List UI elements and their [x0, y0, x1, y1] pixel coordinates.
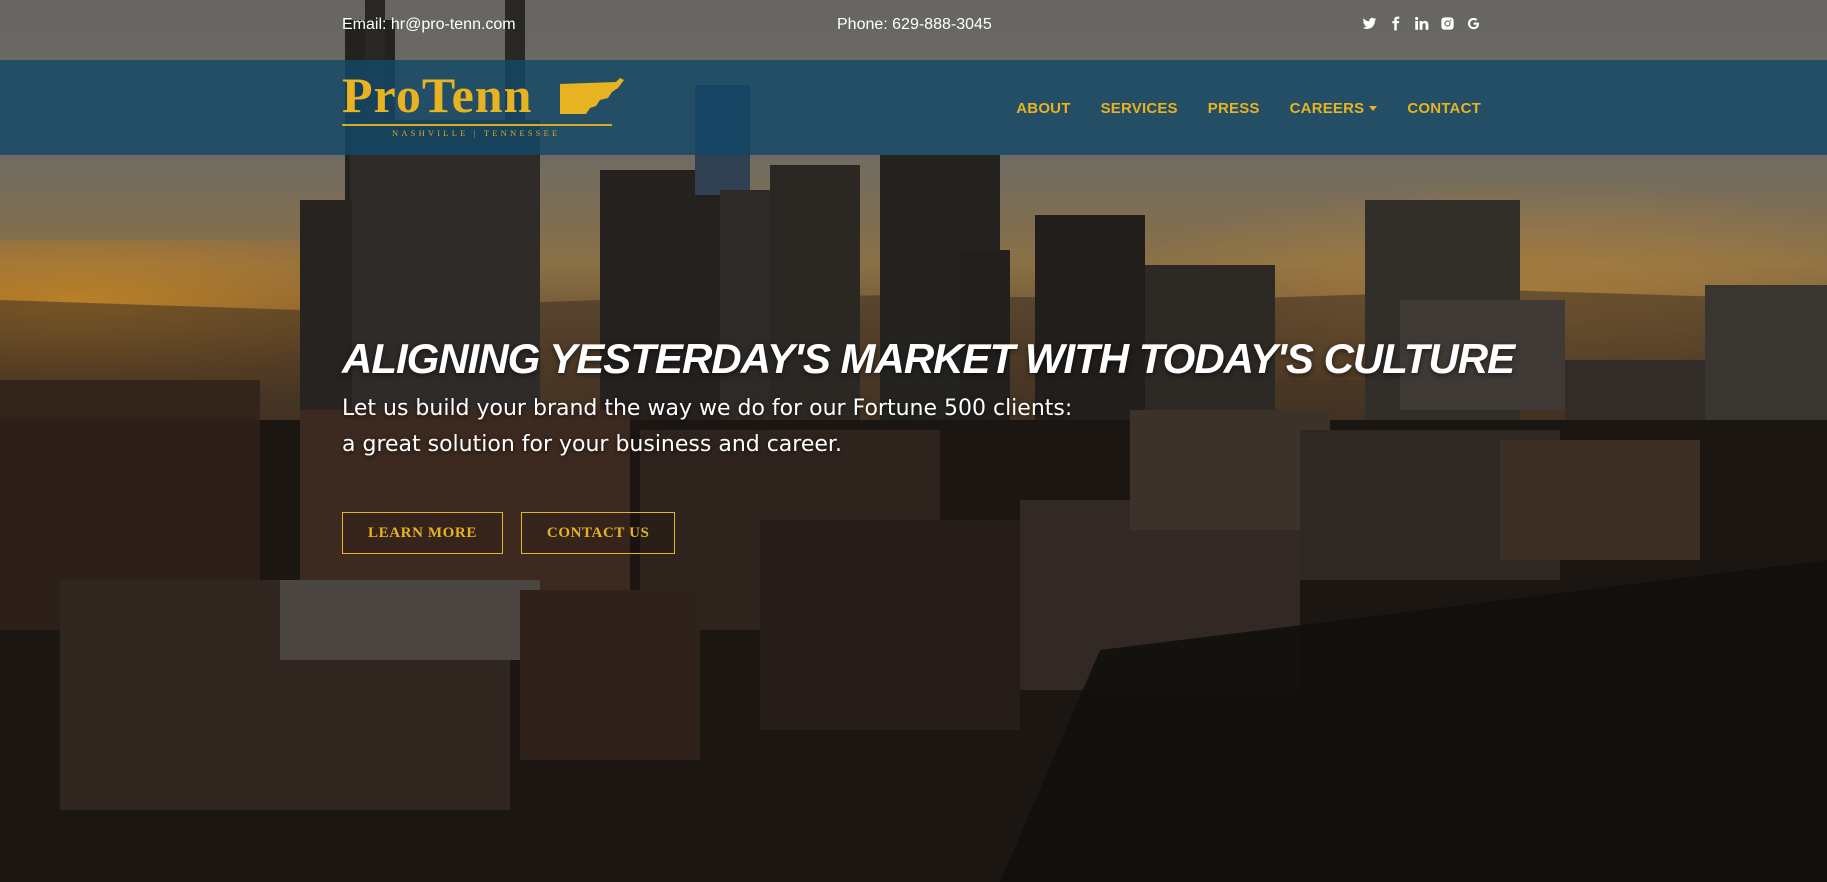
caret-down-icon — [1369, 106, 1378, 111]
nav-item-careers[interactable]: CAREERS — [1290, 100, 1378, 117]
hero-subtext-line1: Let us build your brand the way we do fo… — [342, 396, 1073, 421]
nav-item-services[interactable]: SERVICES — [1101, 100, 1178, 117]
hero-subtext: Let us build your brand the way we do fo… — [342, 391, 1492, 463]
nav-item-press[interactable]: PRESS — [1208, 100, 1260, 117]
facebook-icon[interactable] — [1387, 15, 1403, 31]
twitter-icon[interactable] — [1361, 15, 1377, 31]
main-navbar: ProTenn NASHVILLE | TENNESSEE ABOUT SERV… — [0, 60, 1827, 155]
hero-headline: ALIGNING YESTERDAY'S MARKET WITH TODAY'S… — [342, 335, 1515, 382]
protenn-logo[interactable]: ProTenn NASHVILLE | TENNESSEE — [342, 67, 624, 138]
nav-item-about[interactable]: ABOUT — [1016, 100, 1070, 117]
hero-subtext-line2: a great solution for your business and c… — [342, 432, 842, 457]
contact-us-button[interactable]: CONTACT US — [520, 512, 676, 554]
logo-tagline: NASHVILLE | TENNESSEE — [392, 128, 561, 138]
nav-item-contact[interactable]: CONTACT — [1407, 100, 1481, 117]
logo-wordmark: ProTenn — [342, 67, 533, 123]
tennessee-state-icon — [560, 78, 624, 114]
top-info-bar: Email: hr@pro-tenn.com Phone: 629-888-30… — [0, 0, 1827, 52]
social-links — [1361, 15, 1481, 31]
hero-content: ALIGNING YESTERDAY'S MARKET WITH TODAY'S… — [342, 335, 1515, 463]
linkedin-icon[interactable] — [1413, 15, 1429, 31]
primary-nav: ABOUT SERVICES PRESS CAREERS CONTACT — [1016, 100, 1481, 117]
learn-more-button[interactable]: LEARN MORE — [342, 512, 503, 554]
logo-rule — [342, 124, 612, 126]
email-text[interactable]: Email: hr@pro-tenn.com — [342, 16, 516, 34]
phone-text[interactable]: Phone: 629-888-3045 — [837, 16, 992, 34]
hero-buttons: LEARN MORE CONTACT US — [342, 512, 676, 554]
instagram-icon[interactable] — [1439, 15, 1455, 31]
google-icon[interactable] — [1465, 15, 1481, 31]
